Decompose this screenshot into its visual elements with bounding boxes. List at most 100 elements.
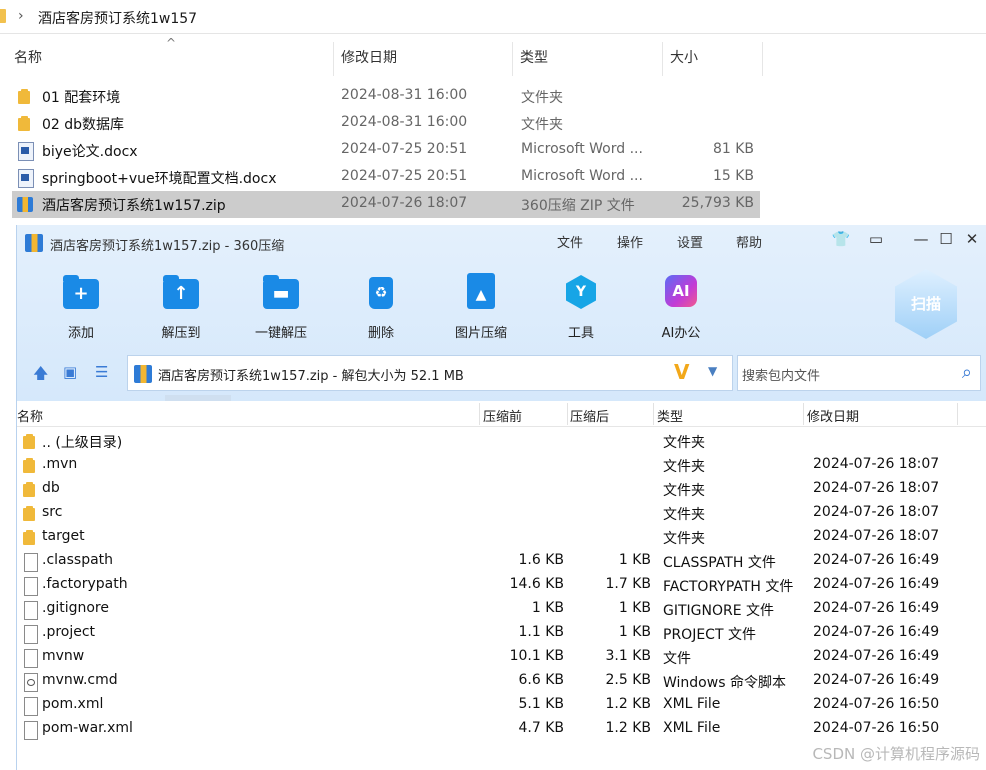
zip-navigation-bar: 🡅 ▣ ☰ 酒店客房预订系统1w157.zip - 解包大小为 52.1 MB … bbox=[17, 353, 986, 393]
close-icon[interactable]: ✕ bbox=[961, 230, 983, 248]
csdn-watermark: CSDN @计算机程序源码 bbox=[812, 745, 980, 763]
file-icon bbox=[21, 625, 39, 644]
archive-row[interactable]: target 文件夹 2024-07-26 18:07 bbox=[17, 525, 986, 549]
archive-row[interactable]: pom-war.xml 4.7 KB 1.2 KB XML File 2024-… bbox=[17, 717, 986, 741]
explorer-file-row[interactable]: 01 配套环境 2024-08-31 16:00 文件夹 bbox=[12, 83, 760, 110]
archive-row[interactable]: .gitignore 1 KB 1 KB GITIGNORE 文件 2024-0… bbox=[17, 597, 986, 621]
entry-type: 文件夹 bbox=[663, 507, 705, 523]
explorer-file-row[interactable]: 02 db数据库 2024-08-31 16:00 文件夹 bbox=[12, 110, 760, 137]
column-divider[interactable] bbox=[762, 42, 763, 76]
explorer-file-row[interactable]: biye论文.docx 2024-07-25 20:51 Microsoft W… bbox=[12, 137, 760, 164]
v-logo-icon[interactable]: V bbox=[674, 360, 689, 384]
search-in-archive[interactable]: 搜索包内文件 ⌕ bbox=[737, 355, 981, 391]
toolbar-label: 解压到 bbox=[161, 326, 201, 341]
explorer-file-row-selected[interactable]: 酒店客房预订系统1w157.zip 2024-07-26 18:07 360压缩… bbox=[12, 191, 760, 218]
search-icon[interactable]: ⌕ bbox=[962, 362, 972, 383]
entry-type: XML File bbox=[663, 696, 721, 712]
archive-row[interactable]: mvnw 10.1 KB 3.1 KB 文件 2024-07-26 16:49 bbox=[17, 645, 986, 669]
entry-name: pom.xml bbox=[42, 696, 104, 712]
chevron-down-icon[interactable]: ▼ bbox=[708, 364, 717, 378]
zip-archive-icon bbox=[16, 196, 34, 213]
explorer-path[interactable]: 酒店客房预订系统1w157 bbox=[38, 8, 197, 28]
explorer-col-type[interactable]: 类型 bbox=[512, 40, 548, 76]
explorer-col-name[interactable]: 名称 bbox=[6, 40, 42, 76]
entry-after: 3.1 KB bbox=[605, 648, 652, 664]
ai-office-icon: AI bbox=[661, 273, 701, 313]
archive-row[interactable]: src 文件夹 2024-07-26 18:07 bbox=[17, 501, 986, 525]
toolbar-extract-to-button[interactable]: ↑ 解压到 bbox=[136, 273, 226, 341]
explorer-file-row[interactable]: springboot+vue环境配置文档.docx 2024-07-25 20:… bbox=[12, 164, 760, 191]
zip-window: 酒店客房预订系统1w157.zip - 360压缩 文件 操作 设置 帮助 👕 … bbox=[16, 225, 986, 770]
entry-date: 2024-07-26 16:50 bbox=[813, 696, 940, 712]
entry-before: 1 KB bbox=[531, 600, 564, 616]
explorer-col-date[interactable]: 修改日期 bbox=[333, 40, 397, 76]
scan-button-label[interactable]: 扫描 bbox=[895, 293, 957, 314]
menu-help[interactable]: 帮助 bbox=[736, 232, 762, 251]
toolbar-image-compress-button[interactable]: ▲ 图片压缩 bbox=[436, 273, 526, 341]
column-divider[interactable] bbox=[653, 403, 654, 425]
toolbar-delete-button[interactable]: ♻ 删除 bbox=[336, 273, 426, 341]
entry-date: 2024-07-26 18:07 bbox=[813, 456, 940, 472]
entry-date: 2024-07-26 16:49 bbox=[813, 672, 940, 688]
file-date: 2024-07-25 20:51 bbox=[341, 168, 468, 184]
archive-row[interactable]: .classpath 1.6 KB 1 KB CLASSPATH 文件 2024… bbox=[17, 549, 986, 573]
view-list-icon[interactable]: ☰ bbox=[95, 363, 108, 381]
horizontal-scroll-thumb[interactable] bbox=[165, 395, 231, 401]
menu-file[interactable]: 文件 bbox=[557, 232, 583, 251]
column-divider[interactable] bbox=[479, 403, 480, 425]
feedback-icon[interactable]: ▭ bbox=[865, 230, 887, 248]
toolbar-ai-office-button[interactable]: AI AI办公 bbox=[636, 273, 726, 341]
folder-icon bbox=[21, 529, 39, 546]
file-size: 25,793 KB bbox=[681, 195, 754, 211]
entry-name: target bbox=[42, 528, 85, 544]
archive-row[interactable]: .project 1.1 KB 1 KB PROJECT 文件 2024-07-… bbox=[17, 621, 986, 645]
entry-type: PROJECT 文件 bbox=[663, 627, 756, 643]
entry-name: pom-war.xml bbox=[42, 720, 133, 736]
archive-row[interactable]: .factorypath 14.6 KB 1.7 KB FACTORYPATH … bbox=[17, 573, 986, 597]
minimize-icon[interactable]: — bbox=[910, 230, 932, 248]
file-date: 2024-08-31 16:00 bbox=[341, 114, 468, 130]
explorer-col-size[interactable]: 大小 bbox=[662, 40, 698, 76]
toolbar-add-button[interactable]: + 添加 bbox=[36, 273, 126, 341]
col-type[interactable]: 类型 bbox=[657, 406, 683, 425]
column-divider[interactable] bbox=[957, 403, 958, 425]
archive-row[interactable]: db 文件夹 2024-07-26 18:07 bbox=[17, 477, 986, 501]
entry-after: 1 KB bbox=[618, 600, 651, 616]
toolbar-one-click-extract-button[interactable]: ▬ 一键解压 bbox=[236, 273, 326, 341]
chevron-right-icon[interactable]: › bbox=[18, 8, 24, 24]
archive-row[interactable]: .. (上级目录) 文件夹 bbox=[17, 429, 986, 453]
toolbar-label: 图片压缩 bbox=[454, 326, 507, 341]
entry-before: 6.6 KB bbox=[518, 672, 565, 688]
entry-name: .mvn bbox=[42, 456, 78, 472]
menu-settings[interactable]: 设置 bbox=[677, 232, 703, 251]
archive-row[interactable]: mvnw.cmd 6.6 KB 2.5 KB Windows 命令脚本 2024… bbox=[17, 669, 986, 693]
view-thumbnail-icon[interactable]: ▣ bbox=[63, 363, 77, 381]
cmd-script-icon bbox=[21, 673, 39, 692]
skin-shirt-icon[interactable]: 👕 bbox=[830, 230, 852, 248]
file-name: 02 db数据库 bbox=[42, 117, 125, 133]
maximize-icon[interactable]: ☐ bbox=[935, 230, 957, 248]
col-before[interactable]: 压缩前 bbox=[483, 406, 522, 425]
explorer-address-bar[interactable]: › 酒店客房预订系统1w157 bbox=[0, 0, 986, 34]
file-icon bbox=[21, 553, 39, 572]
toolbar-tools-button[interactable]: Y 工具 bbox=[536, 273, 626, 341]
entry-name: src bbox=[42, 504, 63, 520]
file-name: 酒店客房预订系统1w157.zip bbox=[42, 198, 226, 214]
entry-date: 2024-07-26 18:07 bbox=[813, 480, 940, 496]
archive-row[interactable]: .mvn 文件夹 2024-07-26 18:07 bbox=[17, 453, 986, 477]
entry-date: 2024-07-26 16:49 bbox=[813, 624, 940, 640]
archive-address-bar[interactable]: 酒店客房预订系统1w157.zip - 解包大小为 52.1 MB V ▼ bbox=[127, 355, 733, 391]
col-name[interactable]: 名称 bbox=[17, 406, 43, 425]
archive-row[interactable]: pom.xml 5.1 KB 1.2 KB XML File 2024-07-2… bbox=[17, 693, 986, 717]
column-divider[interactable] bbox=[567, 403, 568, 425]
menu-action[interactable]: 操作 bbox=[617, 232, 643, 251]
search-placeholder: 搜索包内文件 bbox=[742, 369, 821, 384]
entry-name: .gitignore bbox=[42, 600, 109, 616]
col-after[interactable]: 压缩后 bbox=[570, 406, 609, 425]
col-date[interactable]: 修改日期 bbox=[807, 406, 859, 425]
zip-window-header: 酒店客房预订系统1w157.zip - 360压缩 文件 操作 设置 帮助 👕 … bbox=[17, 225, 986, 401]
up-arrow-icon[interactable]: 🡅 bbox=[33, 363, 48, 388]
entry-before: 1.1 KB bbox=[518, 624, 565, 640]
entry-date: 2024-07-26 16:49 bbox=[813, 552, 940, 568]
column-divider[interactable] bbox=[803, 403, 804, 425]
